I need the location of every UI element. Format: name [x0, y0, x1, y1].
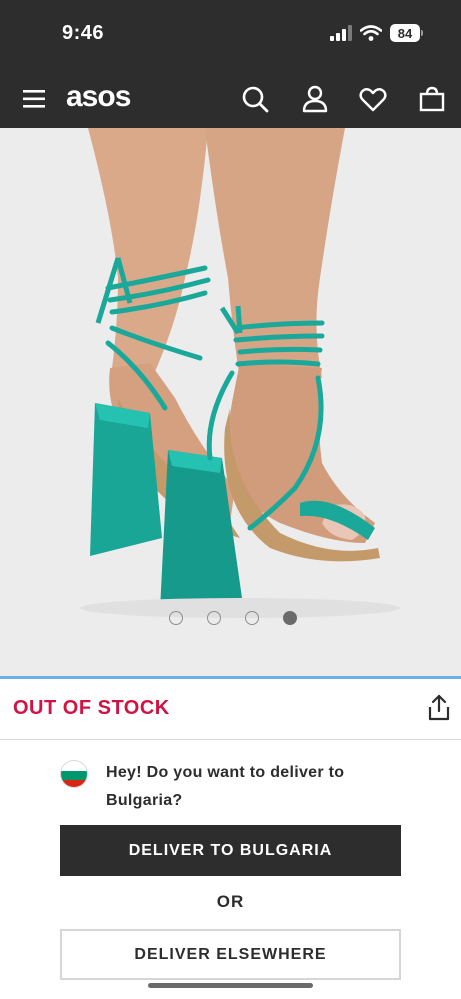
battery-level: 84 [390, 24, 420, 42]
signal-icon [330, 25, 352, 41]
stock-status: OUT OF STOCK [13, 697, 170, 719]
delivery-question: Hey! Do you want to deliver to Bulgaria? [106, 764, 345, 809]
battery-icon: 84 [390, 24, 423, 42]
sandals-illustration [80, 128, 400, 618]
product-image[interactable] [0, 128, 461, 676]
bag-icon[interactable] [417, 84, 447, 114]
delivery-panel: Hey! Do you want to deliver to Bulgaria?… [0, 741, 461, 999]
share-icon[interactable] [426, 694, 452, 722]
carousel-dot[interactable] [168, 611, 183, 625]
status-icons: 84 [330, 24, 423, 42]
site-header: asos [0, 70, 461, 128]
status-time: 9:46 [62, 22, 105, 44]
wifi-icon [360, 25, 382, 41]
carousel-dot-active[interactable] [282, 611, 297, 625]
menu-icon[interactable] [20, 84, 50, 114]
carousel-dot[interactable] [206, 611, 221, 625]
deliver-to-bulgaria-button[interactable]: DELIVER TO BULGARIA [60, 825, 401, 876]
stock-bar: OUT OF STOCK [0, 676, 461, 740]
search-icon[interactable] [240, 84, 270, 114]
home-indicator [148, 983, 313, 988]
carousel-dots [0, 611, 461, 625]
asos-logo[interactable]: asos [66, 80, 131, 114]
or-divider: OR [216, 892, 245, 911]
deliver-elsewhere-button[interactable]: DELIVER ELSEWHERE [60, 929, 401, 980]
account-icon[interactable] [300, 84, 330, 114]
status-bar: 9:46 84 [0, 0, 461, 70]
bulgaria-flag-icon [60, 760, 88, 788]
carousel-dot[interactable] [244, 611, 259, 625]
heart-icon[interactable] [358, 84, 388, 114]
